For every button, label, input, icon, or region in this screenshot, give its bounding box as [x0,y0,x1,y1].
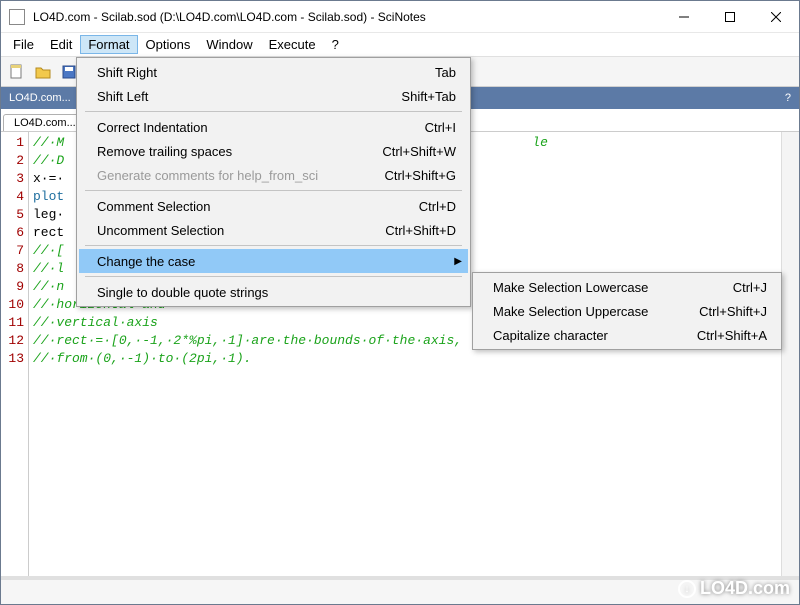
menu-item-label: Shift Right [97,65,411,80]
menu-item-label: Single to double quote strings [97,285,456,300]
menu-item-shift-left[interactable]: Shift Left Shift+Tab [79,84,468,108]
menu-item-label: Generate comments for help_from_sci [97,168,360,183]
menu-item-shortcut: Ctrl+Shift+A [697,328,767,343]
line-number: 10 [1,296,24,314]
menu-item-label: Make Selection Uppercase [493,304,675,319]
menu-item-generate-comments-for-help-from-sci: Generate comments for help_from_sci Ctrl+… [79,163,468,187]
menu-separator [85,190,462,191]
menu-item-uncomment-selection[interactable]: Uncomment Selection Ctrl+Shift+D [79,218,468,242]
line-number: 3 [1,170,24,188]
submenu-arrow-icon: ▶ [454,256,462,267]
menu-options[interactable]: Options [138,35,199,54]
submenu-item-make-selection-uppercase[interactable]: Make Selection Uppercase Ctrl+Shift+J [475,299,779,323]
window-title: LO4D.com - Scilab.sod (D:\LO4D.com\LO4D.… [33,10,426,24]
menu-window[interactable]: Window [198,35,260,54]
menu-item-shortcut: Ctrl+Shift+W [382,144,456,159]
submenu-item-capitalize-character[interactable]: Capitalize character Ctrl+Shift+A [475,323,779,347]
line-number: 4 [1,188,24,206]
menu-item-remove-trailing-spaces[interactable]: Remove trailing spaces Ctrl+Shift+W [79,139,468,163]
open-file-icon[interactable] [33,62,53,82]
line-number: 1 [1,134,24,152]
menu-item-shortcut: Shift+Tab [401,89,456,104]
menu-item-shortcut: Ctrl+Shift+D [385,223,456,238]
panel-title: LO4D.com... [9,92,71,104]
menu-file[interactable]: File [5,35,42,54]
file-tab[interactable]: LO4D.com... [3,114,87,131]
menu-separator [85,111,462,112]
line-number: 8 [1,260,24,278]
line-number: 6 [1,224,24,242]
line-number: 2 [1,152,24,170]
panel-help-icon[interactable]: ? [785,92,791,104]
line-number: 13 [1,350,24,368]
menu-item-shortcut: Ctrl+J [733,280,767,295]
menu-item-label: Correct Indentation [97,120,401,135]
maximize-button[interactable] [707,1,753,33]
menu-item-shift-right[interactable]: Shift Right Tab [79,60,468,84]
new-file-icon[interactable] [7,62,27,82]
menu-item-label: Capitalize character [493,328,673,343]
line-number-gutter: 12345678910111213 [1,132,29,576]
line-number: 7 [1,242,24,260]
menu-item-correct-indentation[interactable]: Correct Indentation Ctrl+I [79,115,468,139]
line-number: 12 [1,332,24,350]
menu-execute[interactable]: Execute [261,35,324,54]
menu-item-single-to-double-quote-strings[interactable]: Single to double quote strings [79,280,468,304]
menu-item-label: Comment Selection [97,199,395,214]
menu-item-label: Change the case [97,254,456,269]
menu-separator [85,245,462,246]
menu-item-shortcut: Ctrl+I [425,120,456,135]
titlebar: LO4D.com - Scilab.sod (D:\LO4D.com\LO4D.… [1,1,799,33]
menu-item-shortcut: Tab [435,65,456,80]
close-button[interactable] [753,1,799,33]
overview-ruler [781,132,799,576]
watermark-icon: ↓ [678,580,696,598]
format-dropdown: Shift Right Tab Shift Left Shift+Tab Correct… [76,57,471,307]
submenu-item-make-selection-lowercase[interactable]: Make Selection Lowercase Ctrl+J [475,275,779,299]
menu-item-change-the-case[interactable]: Change the case▶ [79,249,468,273]
app-icon [9,9,25,25]
line-number: 5 [1,206,24,224]
menubar: File Edit Format Options Window Execute … [1,33,799,57]
menu-item-label: Shift Left [97,89,377,104]
menu-edit[interactable]: Edit [42,35,80,54]
menu-item-comment-selection[interactable]: Comment Selection Ctrl+D [79,194,468,218]
code-line[interactable]: //·from·(0,·-1)·to·(2pi,·1). [33,350,777,368]
line-number: 11 [1,314,24,332]
menu-item-shortcut: Ctrl+Shift+G [384,168,456,183]
menu-item-label: Make Selection Lowercase [493,280,709,295]
menu-format[interactable]: Format [80,35,137,54]
change-case-submenu: Make Selection LowercaseCtrl+JMake Selec… [472,272,782,350]
menu-item-shortcut: Ctrl+Shift+J [699,304,767,319]
line-number: 9 [1,278,24,296]
menu-item-shortcut: Ctrl+D [419,199,456,214]
watermark: ↓ LO4D.com [678,578,790,599]
watermark-text: LO4D.com [700,578,790,599]
menu-help[interactable]: ? [324,35,347,54]
menu-item-label: Remove trailing spaces [97,144,358,159]
menu-item-label: Uncomment Selection [97,223,361,238]
minimize-button[interactable] [661,1,707,33]
menu-separator [85,276,462,277]
